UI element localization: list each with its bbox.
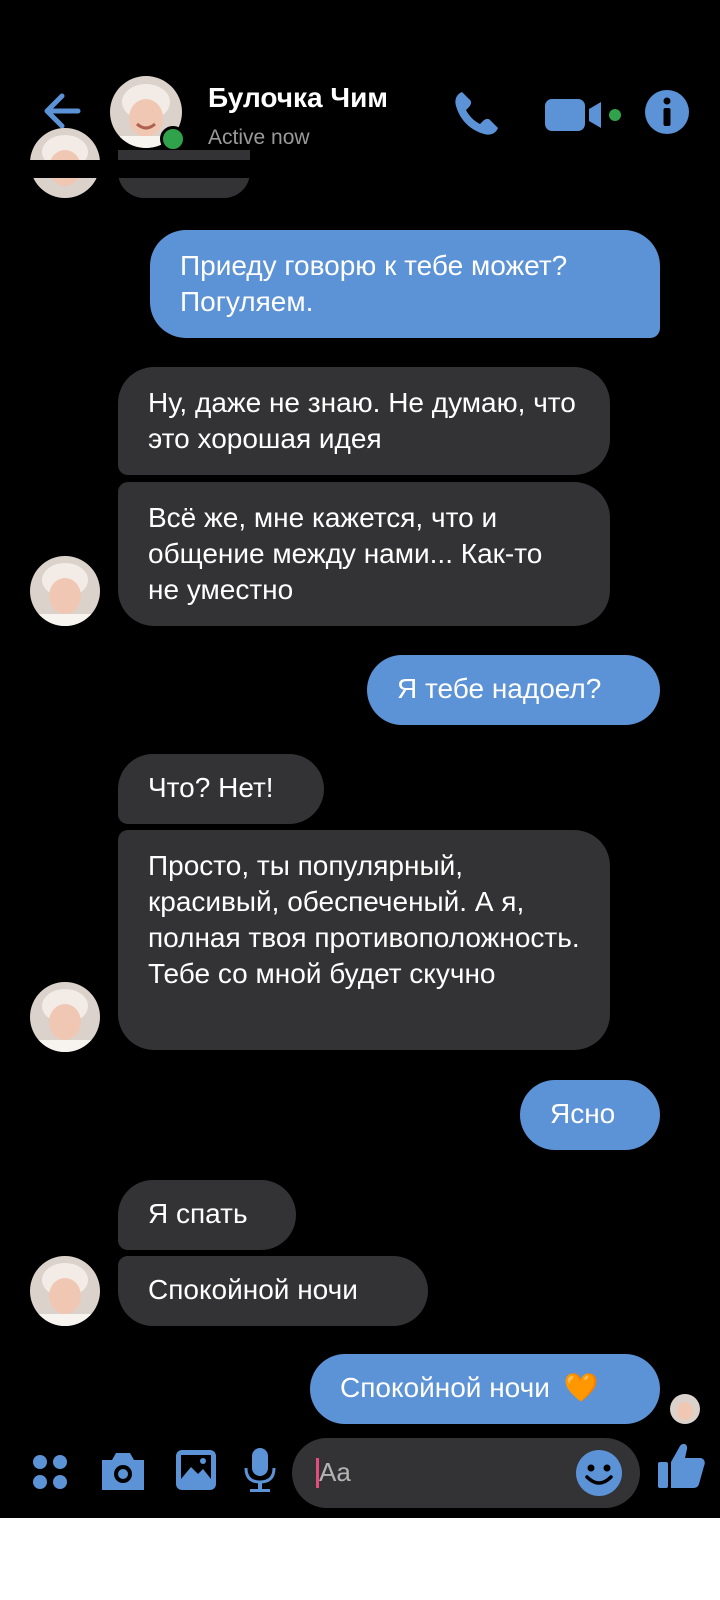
system-nav-area <box>0 1518 720 1600</box>
message-bubble-incoming[interactable]: Ну, даже не знаю. Не думаю, что это хоро… <box>118 367 610 475</box>
message-text: Спокойной ночи <box>148 1274 358 1305</box>
message-text: Ну, даже не знаю. Не думаю, что это хоро… <box>148 387 576 454</box>
message-bubble-outgoing[interactable]: Я тебе надоел? <box>367 655 660 725</box>
contact-avatar-small[interactable] <box>30 556 100 626</box>
contact-name[interactable]: Булочка Чим <box>208 82 388 114</box>
seen-receipt-avatar <box>670 1394 700 1424</box>
message-bubble-incoming[interactable]: Я спать <box>118 1180 296 1250</box>
message-text: Я спать <box>148 1198 248 1229</box>
header-fade <box>0 160 720 178</box>
heart-emoji: 🧡 <box>563 1372 599 1403</box>
contact-status: Active now <box>208 126 310 149</box>
message-input[interactable]: Aa <box>292 1438 640 1508</box>
microphone-icon[interactable] <box>242 1446 278 1494</box>
contact-avatar-small[interactable] <box>30 1256 100 1326</box>
message-text: Что? Нет! <box>148 772 274 803</box>
thumbs-up-icon[interactable] <box>656 1440 706 1490</box>
emoji-icon[interactable] <box>574 1448 624 1498</box>
contact-avatar-small[interactable] <box>30 982 100 1052</box>
message-input-placeholder: Aa <box>319 1457 351 1487</box>
chat-header: Булочка Чим Active now <box>0 60 720 168</box>
message-text: Всё же, мне кажется, что и общение между… <box>148 502 543 605</box>
message-bubble-outgoing[interactable]: Ясно <box>520 1080 660 1150</box>
message-text: Спокойной ночи <box>340 1372 550 1403</box>
message-composer: Aa <box>0 1426 720 1510</box>
message-bubble-incoming[interactable]: Что? Нет! <box>118 754 324 824</box>
message-bubble-incoming[interactable]: Просто, ты популярный, красивый, обеспеч… <box>118 830 610 1050</box>
image-icon[interactable] <box>174 1448 218 1492</box>
message-bubble-incoming[interactable]: Спокойной ночи <box>118 1256 428 1326</box>
info-icon[interactable] <box>643 88 691 136</box>
message-bubble-outgoing[interactable]: Спокойной ночи 🧡 <box>310 1354 660 1424</box>
phone-icon[interactable] <box>448 86 504 142</box>
message-text: Ясно <box>550 1098 616 1129</box>
message-bubble-incoming[interactable]: Всё же, мне кажется, что и общение между… <box>118 482 610 626</box>
message-bubble-outgoing[interactable]: Приеду говорю к тебе может? Погуляем. <box>150 230 660 338</box>
message-text: Я тебе надоел? <box>397 673 602 704</box>
online-status-dot <box>160 126 186 152</box>
camera-icon[interactable] <box>98 1450 148 1492</box>
grid-menu-icon[interactable] <box>30 1452 70 1492</box>
message-text: Просто, ты популярный, красивый, обеспеч… <box>148 850 580 989</box>
message-text: Приеду говорю к тебе может? Погуляем. <box>180 250 568 317</box>
video-camera-icon[interactable] <box>545 93 625 137</box>
chat-screen: Булочка Чим Active now Приеду говорю к т… <box>0 0 720 1518</box>
